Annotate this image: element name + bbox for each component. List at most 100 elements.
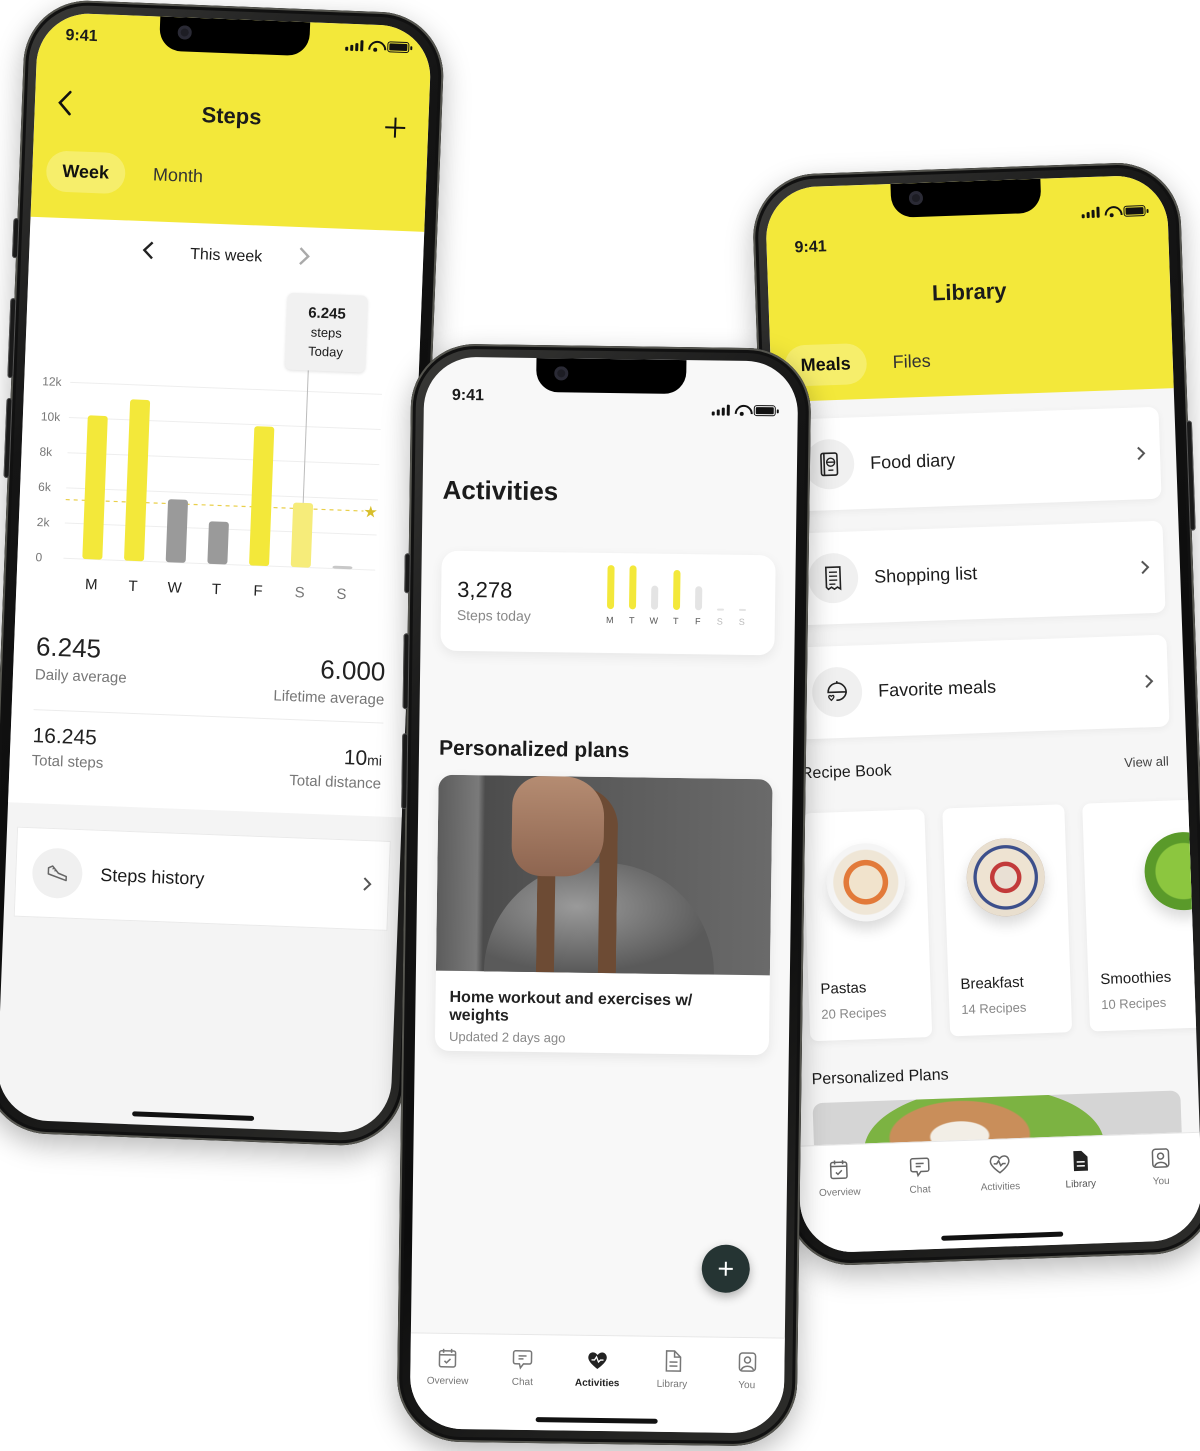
plan-card[interactable]: Home workout and exercises w/ weights Up… (434, 774, 773, 1056)
mini-chart-day-label: W (649, 615, 659, 626)
x-tick-label: M (85, 576, 98, 593)
tab-library[interactable]: Library (1050, 1148, 1113, 1245)
chat-icon (909, 1157, 930, 1178)
recipe-carousel: Pastas 20 Recipes Breakfast 14 Recipes S… (802, 799, 1200, 1042)
chevron-right-icon (1145, 674, 1154, 689)
status-time: 9:41 (65, 26, 98, 46)
calendar-check-icon (830, 1160, 848, 1180)
period-tabs: Week Month (45, 150, 220, 198)
x-tick-label: W (167, 579, 183, 597)
view-all-link[interactable]: View all (1124, 754, 1169, 771)
chevron-right-icon (1137, 446, 1146, 461)
previous-week-button[interactable] (142, 240, 155, 266)
lifetime-average-value: 6.000 (319, 654, 386, 687)
total-steps-label: Total steps (31, 752, 104, 772)
mini-chart-day: W (649, 585, 660, 626)
list-item-favorite-meals[interactable]: Favorite meals (796, 634, 1170, 740)
stats-grid: 6.245 Daily average 6.000 Lifetime avera… (30, 617, 386, 807)
next-week-button[interactable] (298, 246, 311, 272)
y-tick-label: 8k (39, 445, 53, 460)
period-label: This week (189, 245, 263, 266)
tab-label: Library (1065, 1178, 1097, 1191)
kettlebell-image (435, 774, 773, 976)
signal-icon (1081, 206, 1100, 219)
x-tick-label: F (253, 583, 263, 600)
bar-5 (290, 502, 314, 568)
bar-3 (207, 521, 229, 565)
list-item-shopping-list[interactable]: Shopping list (792, 520, 1166, 626)
user-icon (738, 1352, 756, 1372)
recipe-card-smoothies[interactable]: Smoothies 10 Recipes (1082, 799, 1200, 1032)
tab-label: Overview (426, 1375, 469, 1388)
lifetime-average-stat: 6.000 Lifetime average (273, 640, 386, 708)
tab-files[interactable]: Files (876, 340, 947, 383)
phone-library: 9:41 Library Meals Files Food diary Shop… (751, 160, 1200, 1268)
tab-month[interactable]: Month (136, 154, 220, 198)
x-tick-label: T (128, 578, 138, 595)
volume-up-button (402, 633, 410, 710)
recipe-name: Pastas (820, 979, 867, 998)
mini-chart-day: F (693, 586, 704, 626)
total-steps-stat: 16.245 Total steps (31, 724, 105, 782)
tab-week[interactable]: Week (45, 150, 126, 195)
gridline (66, 487, 378, 501)
mini-chart-day-label: T (673, 615, 679, 627)
mini-chart-day-label: F (695, 616, 701, 627)
tab-label: Overview (818, 1186, 861, 1200)
y-tick-label: 10k (41, 409, 62, 424)
tooltip-caption: Today (307, 343, 344, 360)
mute-switch (404, 553, 411, 594)
volume-down-button (3, 397, 13, 479)
recipe-card-pastas[interactable]: Pastas 20 Recipes (802, 809, 933, 1042)
y-tick-label: 6k (38, 480, 52, 495)
steps-today-card[interactable]: 3,278 Steps today M T W T F S S (440, 550, 776, 656)
bar-0 (82, 415, 108, 560)
list-item-label: Favorite meals (877, 676, 997, 701)
mini-chart-bar (694, 586, 702, 611)
mute-switch (11, 218, 20, 259)
tab-label: Activities (574, 1377, 620, 1390)
tab-you[interactable]: You (716, 1350, 777, 1434)
status-time: 9:41 (451, 386, 485, 405)
mini-chart-day-label: S (716, 616, 723, 627)
steps-screen: 9:41 Steps Week Month This week 0 2k 6k … (0, 11, 433, 1135)
total-steps-value: 16.245 (32, 724, 98, 750)
steps-chart-card: This week 0 2k 6k 8k 10k 12k ★ M T W T F S S 6.245 st… (8, 216, 425, 818)
favorite-dish-icon (827, 681, 847, 702)
recipe-count: 20 Recipes (821, 1004, 887, 1022)
mini-chart-day-label: M (606, 615, 614, 626)
smoothie-image (1143, 830, 1200, 912)
gridline (67, 452, 380, 466)
receipt-icon (824, 566, 842, 591)
chevron-left-icon (142, 241, 154, 260)
tab-label: Library (656, 1378, 688, 1391)
steps-history-item[interactable]: Steps history (13, 826, 391, 931)
plus-icon (385, 117, 406, 138)
add-activity-button[interactable] (701, 1244, 751, 1294)
mini-chart-day-label: S (738, 616, 745, 627)
mini-chart-bar (650, 585, 658, 610)
status-bar: 9:41 (424, 356, 799, 417)
document-icon (665, 1350, 682, 1372)
list-item-label: Food diary (869, 449, 956, 473)
tab-label: Chat (511, 1376, 534, 1389)
wifi-icon (735, 405, 749, 416)
tooltip-unit: steps (310, 324, 343, 341)
heart-pulse-icon (588, 1352, 607, 1369)
power-button (1185, 420, 1196, 531)
tab-you[interactable]: You (1130, 1145, 1193, 1242)
wifi-icon (368, 41, 382, 53)
add-steps-button[interactable] (384, 113, 407, 142)
recipe-book-title: Recipe Book (800, 762, 892, 783)
star-icon: ★ (363, 504, 378, 522)
signal-icon (345, 40, 364, 52)
steps-chart: 0 2k 6k 8k 10k 12k ★ M T W T F S S 6.245 steps Today (33, 281, 403, 624)
tab-overview[interactable]: Overview (809, 1156, 872, 1253)
y-tick-label: 0 (35, 550, 43, 564)
list-item-food-diary[interactable]: Food diary (788, 406, 1162, 512)
daily-average-label: Daily average (34, 666, 127, 687)
library-tabs: Meals Files (784, 340, 947, 387)
tab-overview[interactable]: Overview (417, 1345, 478, 1429)
plan-title: Home workout and exercises w/ weights (449, 988, 693, 1025)
recipe-card-breakfast[interactable]: Breakfast 14 Recipes (942, 804, 1073, 1037)
